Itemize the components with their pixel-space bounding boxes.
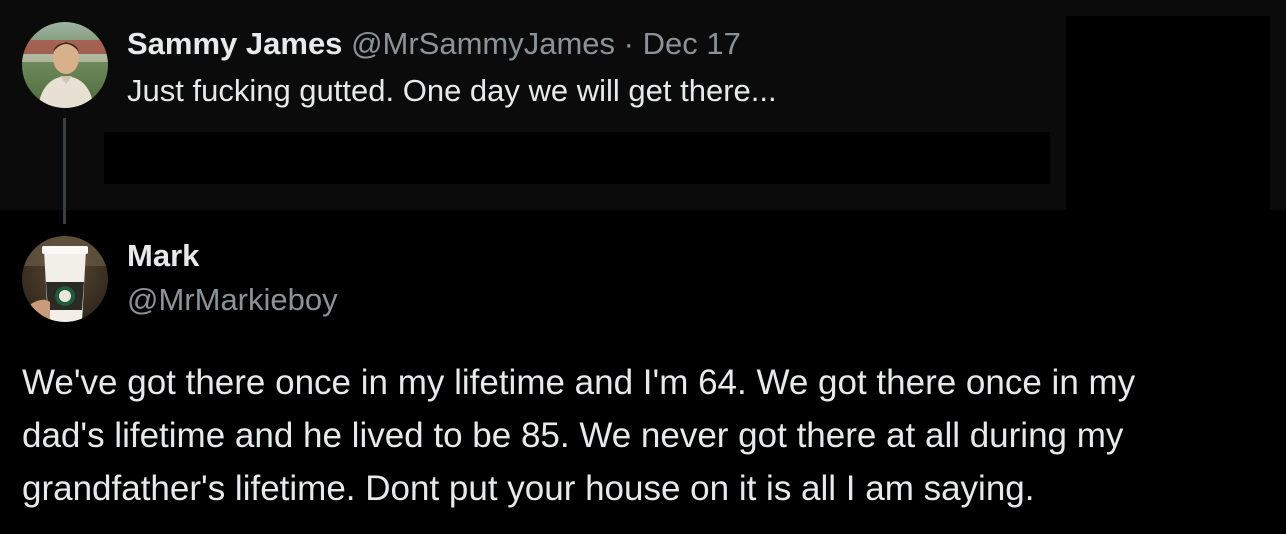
reply-text-line: dad's lifetime and he lived to be 85. We… bbox=[22, 416, 1124, 455]
parent-header: Sammy James @MrSammyJames · Dec 17 bbox=[127, 26, 741, 62]
parent-tweet[interactable]: Sammy James @MrSammyJames · Dec 17 Just … bbox=[0, 0, 1286, 210]
reply-avatar[interactable] bbox=[22, 236, 108, 322]
parent-redacted-area bbox=[104, 132, 1050, 184]
parent-avatar[interactable] bbox=[22, 22, 108, 108]
user-avatar-photo-icon bbox=[22, 22, 108, 108]
parent-handle-date[interactable]: @MrSammyJames · Dec 17 bbox=[351, 26, 741, 61]
thread-connector-line bbox=[63, 118, 66, 224]
reply-text-line: grandfather's lifetime. Dont put your ho… bbox=[22, 469, 1035, 508]
reply-handle[interactable]: @MrMarkieboy bbox=[127, 282, 338, 318]
reply-display-name[interactable]: Mark bbox=[127, 238, 199, 274]
tweet-screenshot: Sammy James @MrSammyJames · Dec 17 Just … bbox=[0, 0, 1286, 534]
parent-media-placeholder bbox=[1066, 16, 1270, 210]
user-avatar-coffee-cup-icon bbox=[22, 236, 108, 322]
parent-display-name[interactable]: Sammy James bbox=[127, 26, 342, 61]
reply-tweet-text: We've got there once in my lifetime and … bbox=[22, 356, 1272, 515]
reply-text-line: We've got there once in my lifetime and … bbox=[22, 363, 1136, 402]
parent-tweet-text: Just fucking gutted. One day we will get… bbox=[127, 73, 777, 108]
